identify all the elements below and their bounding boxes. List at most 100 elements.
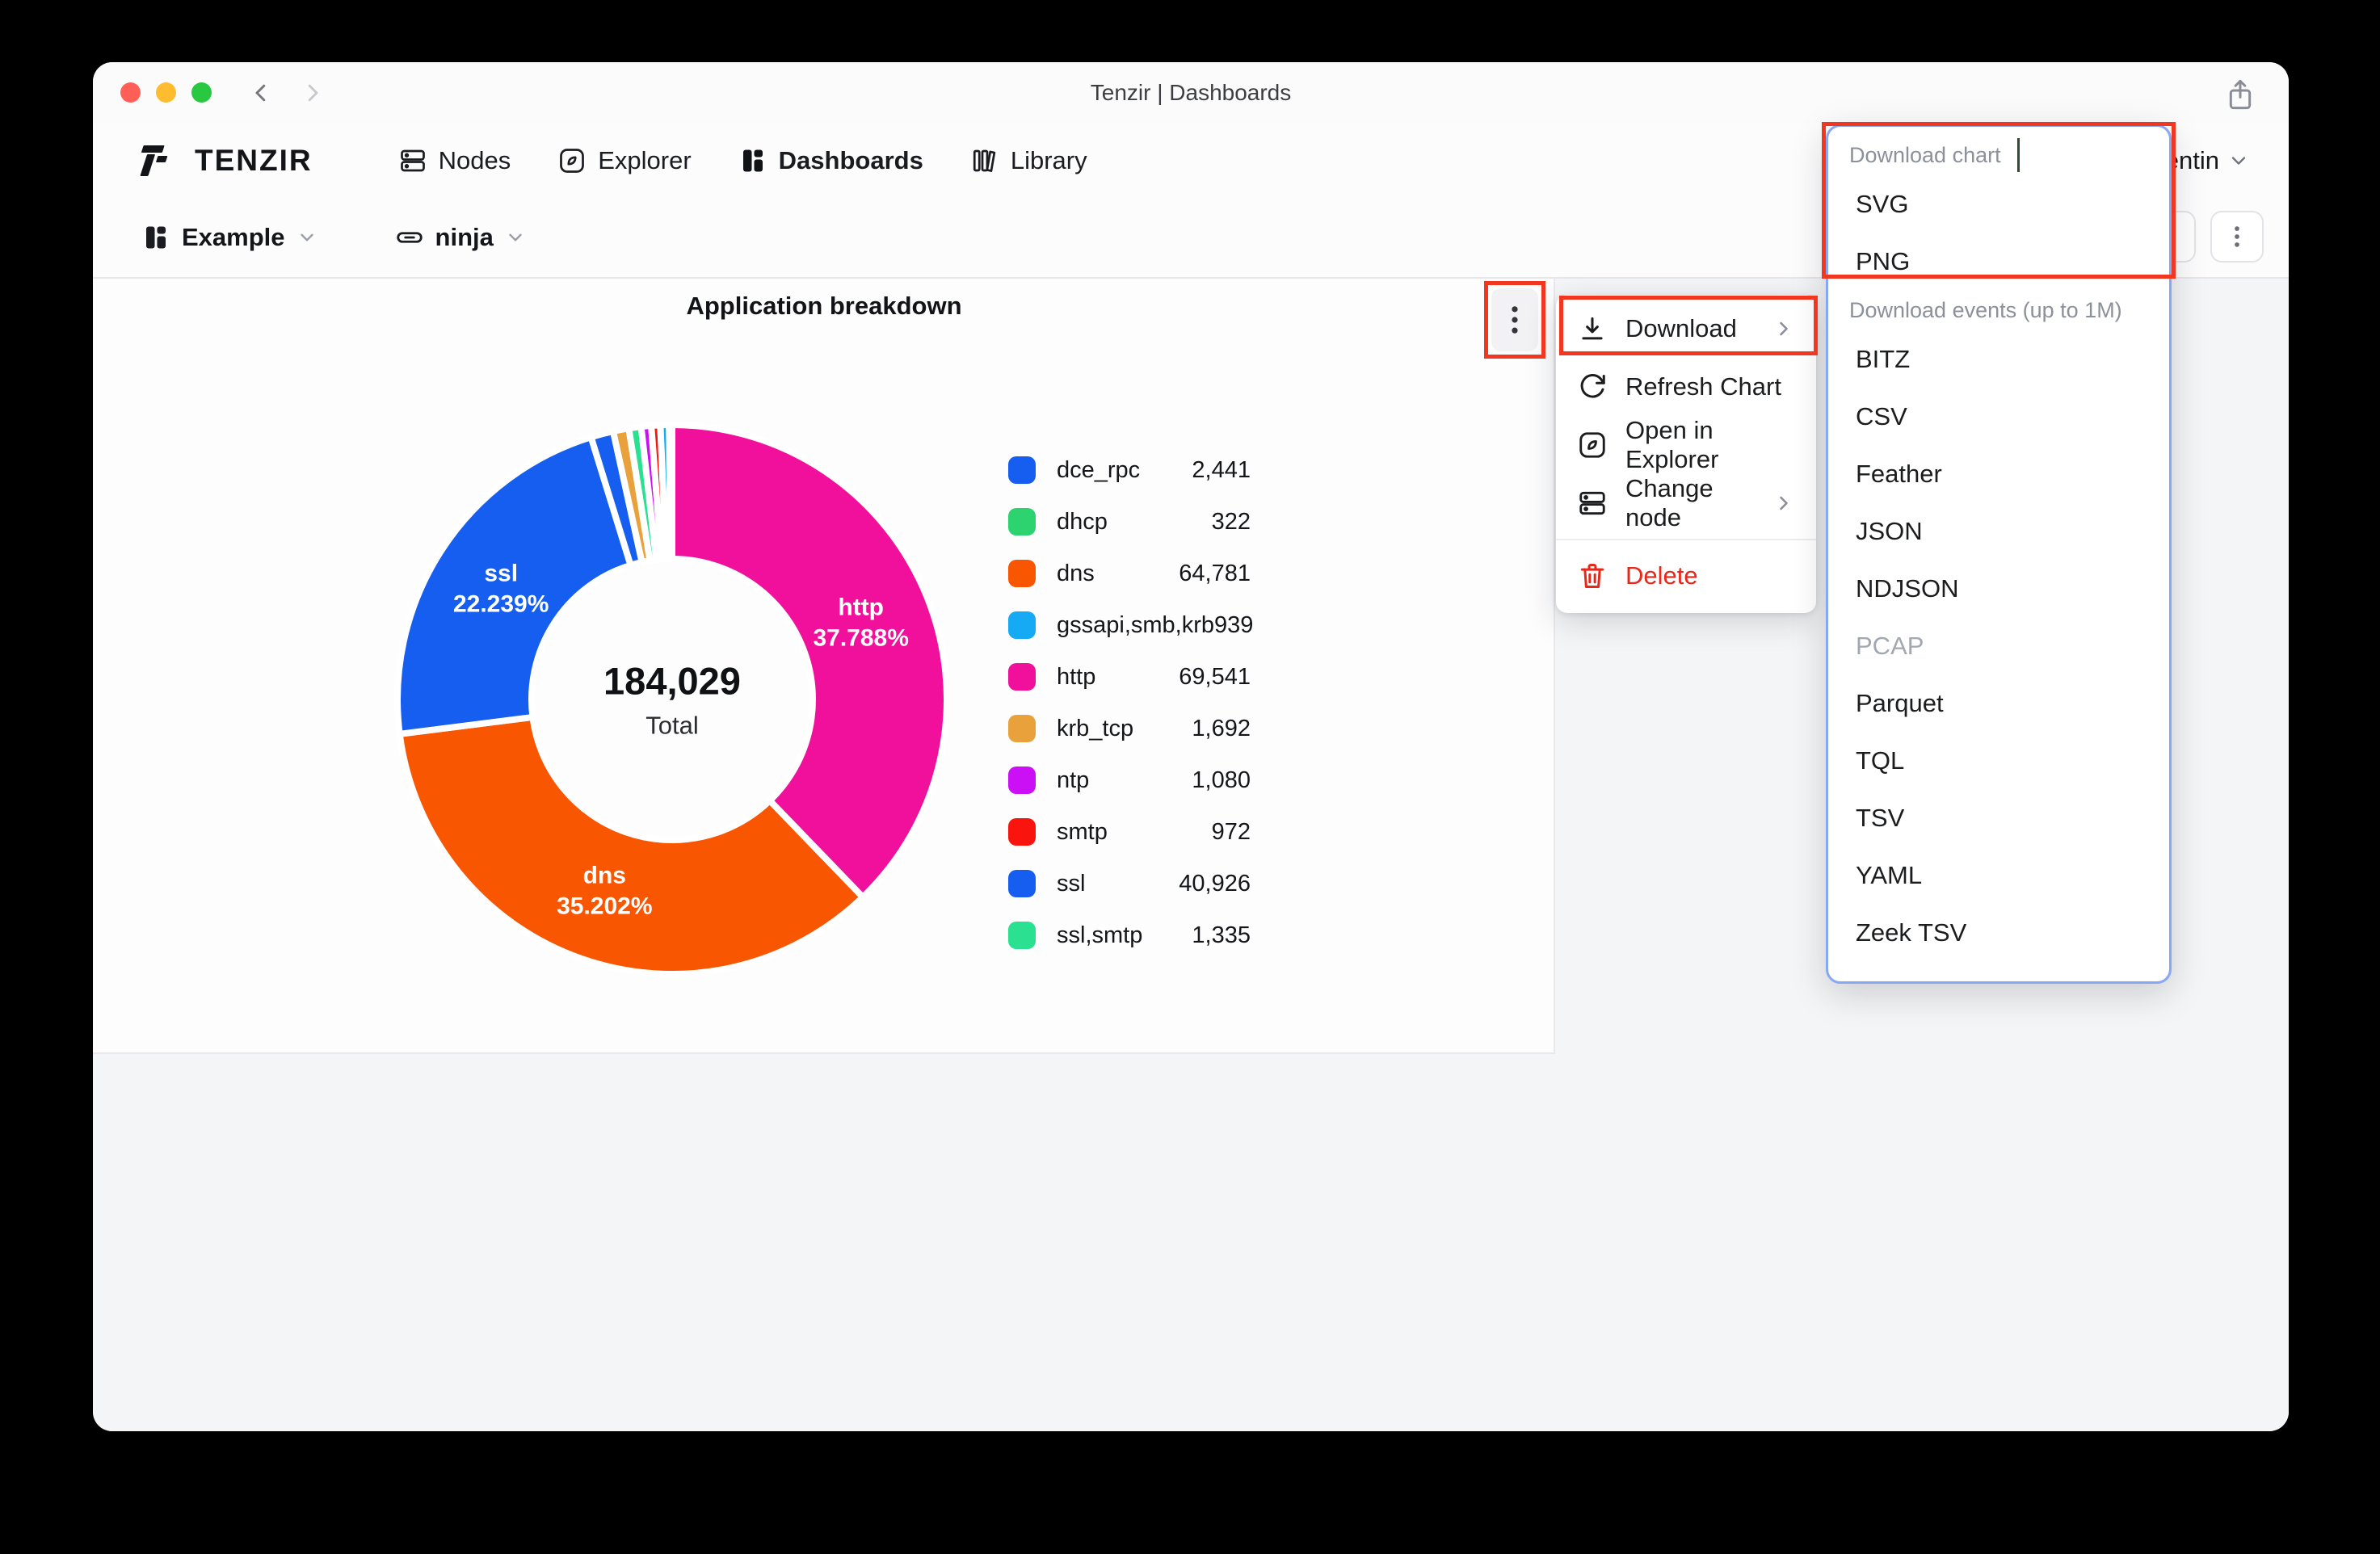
submenu-item-ndjson[interactable]: NDJSON [1828, 560, 2169, 617]
nav-item-dashboards[interactable]: Dashboards [738, 146, 923, 175]
menu-item-refresh-chart[interactable]: Refresh Chart [1556, 358, 1816, 416]
legend-label: krb_tcp [1057, 716, 1133, 742]
legend-label: dce_rpc [1057, 457, 1140, 484]
legend-item-ssl[interactable]: ssl 40,926 [1008, 858, 1251, 909]
legend-label: http [1057, 664, 1095, 691]
node-selector-label: ninja [435, 223, 494, 252]
legend-swatch [1008, 766, 1036, 794]
submenu-item-json[interactable]: JSON [1828, 502, 2169, 560]
menu-item-label: Delete [1625, 561, 1698, 590]
legend-value: 322 [1212, 509, 1251, 536]
chart-kebab-button[interactable] [1491, 288, 1538, 351]
legend-swatch [1008, 560, 1036, 587]
submenu-item-parquet[interactable]: Parquet [1828, 674, 2169, 732]
forward-icon[interactable] [301, 81, 325, 105]
submenu-header-chart: Download chart [1828, 135, 2169, 175]
legend-swatch [1008, 922, 1036, 949]
kebab-icon [1499, 301, 1531, 338]
explorer-icon [557, 146, 587, 175]
submenu-item-yaml[interactable]: YAML [1828, 846, 2169, 904]
menu-item-change-node[interactable]: Change node [1556, 474, 1816, 532]
legend-value: 972 [1212, 819, 1251, 846]
submenu-item-pcap: PCAP [1828, 617, 2169, 674]
legend-swatch [1008, 663, 1036, 691]
submenu-item-tql[interactable]: TQL [1828, 732, 2169, 789]
chart-context-menu: Download Refresh Chart Open in ExplorerCha… [1556, 295, 1816, 613]
submenu-item-zeek-tsv[interactable]: Zeek TSV [1828, 904, 2169, 961]
nav-item-label: Nodes [439, 146, 511, 175]
legend-value: 40,926 [1179, 871, 1251, 897]
legend-item-dhcp[interactable]: dhcp322 [1008, 496, 1251, 548]
submenu-item-bitz[interactable]: BITZ [1828, 330, 2169, 388]
node-selector[interactable]: ninja [395, 223, 526, 252]
nav-item-library[interactable]: Library [970, 146, 1087, 175]
donut-slice-dhcp[interactable] [669, 425, 672, 559]
donut-slice-dns[interactable] [400, 717, 863, 974]
legend-label: ntp [1057, 767, 1089, 794]
legend-item-dce-rpc[interactable]: dce_rpc2,441 [1008, 444, 1251, 496]
submenu-item-feather[interactable]: Feather [1828, 445, 2169, 502]
legend-swatch [1008, 508, 1036, 536]
window-title: Tenzir | Dashboards [93, 62, 2289, 123]
menu-item-download[interactable]: Download [1556, 300, 1816, 358]
legend-value: 939 [1214, 612, 1253, 639]
chevron-down-icon [2227, 149, 2250, 172]
legend-item-dns[interactable]: dns64,781 [1008, 548, 1251, 599]
user-menu[interactable]: entin [2165, 146, 2250, 175]
dashboard-icon [141, 223, 170, 252]
zoom-window-button[interactable] [191, 82, 212, 103]
legend-label: smtp [1057, 819, 1108, 846]
nav-items: Nodes Explorer Dashboards Library [398, 146, 1087, 175]
submenu-header-label: Download events (up to 1M) [1849, 298, 2122, 323]
menu-divider [1556, 539, 1816, 540]
brand[interactable]: TENZIR [132, 142, 313, 179]
menu-item-open-in-explorer[interactable]: Open in Explorer [1556, 416, 1816, 474]
nav-item-label: Library [1011, 146, 1087, 175]
nav-item-label: Explorer [598, 146, 691, 175]
legend-item-smtp[interactable]: smtp 972 [1008, 806, 1251, 858]
legend-item-http[interactable]: http 69,541 [1008, 651, 1251, 703]
chevron-down-icon [296, 227, 317, 248]
user-menu-label: entin [2165, 146, 2219, 175]
refresh-icon [1577, 372, 1608, 402]
chevron-right-icon [1772, 492, 1795, 514]
menu-item-label: Open in Explorer [1625, 416, 1795, 474]
trash-icon [1577, 561, 1608, 591]
legend-item-ssl-smtp[interactable]: ssl,smtp1,335 [1008, 909, 1251, 961]
legend-label: ssl [1057, 871, 1085, 897]
app-window: Tenzir | Dashboards [93, 62, 2289, 1431]
donut-chart[interactable]: http37.788%dns35.202%ssl22.239% [381, 409, 963, 990]
nav-item-nodes[interactable]: Nodes [398, 146, 511, 175]
legend-label: gssapi,smb,krb [1057, 612, 1214, 639]
legend-value: 1,692 [1192, 716, 1251, 742]
dashboard-selector[interactable]: Example [141, 223, 317, 252]
dashboard-selector-label: Example [182, 223, 285, 252]
legend-item-gssapi-smb-krb[interactable]: gssapi,smb,krb939 [1008, 599, 1251, 651]
traffic-lights [120, 82, 212, 103]
screen-background: Tenzir | Dashboards [0, 0, 2380, 1554]
menu-item-label: Refresh Chart [1625, 372, 1781, 401]
legend-item-ntp[interactable]: ntp1,080 [1008, 754, 1251, 806]
server-icon [1577, 488, 1608, 519]
toolbar-kebab-button[interactable] [2210, 211, 2264, 262]
legend-item-krb-tcp[interactable]: krb_tcp 1,692 [1008, 703, 1251, 754]
legend-swatch [1008, 870, 1036, 897]
menu-item-delete[interactable]: Delete [1556, 547, 1816, 605]
submenu-item-png[interactable]: PNG [1828, 233, 2169, 290]
submenu-item-tsv[interactable]: TSV [1828, 789, 2169, 846]
nav-item-explorer[interactable]: Explorer [557, 146, 691, 175]
chart-card: Application breakdown http37.788%dns35.2… [93, 279, 1555, 1054]
minimize-window-button[interactable] [156, 82, 176, 103]
submenu-item-svg[interactable]: SVG [1828, 175, 2169, 233]
submenu-item-csv[interactable]: CSV [1828, 388, 2169, 445]
chevron-right-icon [1772, 317, 1795, 340]
donut-slice-http[interactable] [672, 425, 947, 897]
share-icon[interactable] [2222, 75, 2258, 114]
back-icon[interactable] [249, 81, 273, 105]
dashboards-icon [738, 146, 767, 175]
close-window-button[interactable] [120, 82, 141, 103]
legend-value: 69,541 [1179, 664, 1251, 691]
legend-value: 64,781 [1179, 561, 1251, 587]
chart-legend: dce_rpc2,441dhcp322dns64,781gssapi,smb,k… [1008, 444, 1251, 961]
legend-swatch [1008, 456, 1036, 484]
